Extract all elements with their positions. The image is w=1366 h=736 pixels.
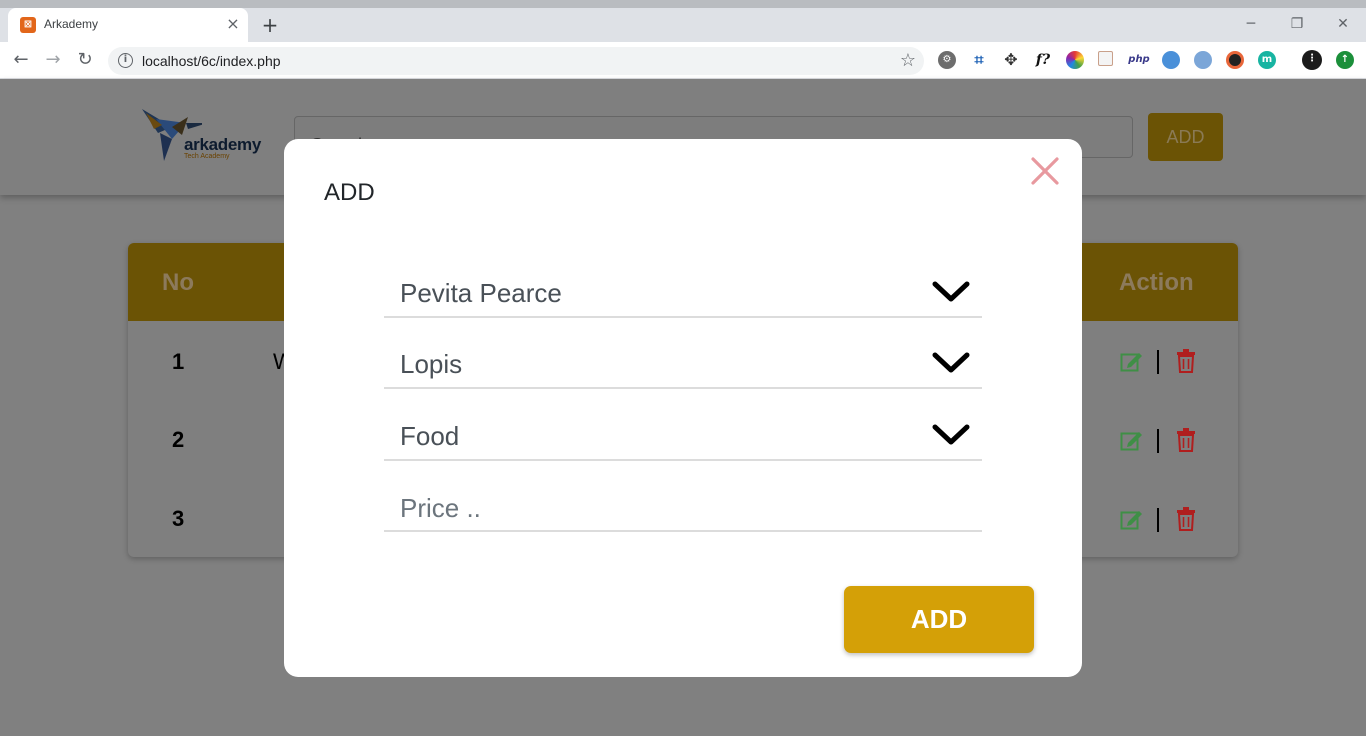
extension-globe-icon[interactable]: [1162, 51, 1180, 69]
logo-text: arkademy: [184, 135, 261, 154]
product-select-value: Lopis: [400, 349, 463, 379]
chevron-down-icon[interactable]: [932, 280, 970, 304]
extension-crop-icon[interactable]: ⌗: [970, 51, 988, 69]
back-arrow-icon[interactable]: ←: [8, 48, 34, 74]
category-select[interactable]: Food: [384, 413, 982, 461]
extension-font-icon[interactable]: f?: [1034, 51, 1052, 69]
submit-add-button[interactable]: ADD: [844, 586, 1034, 653]
tab-title: Arkademy: [44, 17, 99, 31]
extension-window-icon[interactable]: [1098, 51, 1113, 66]
add-modal: ADD Pevita Pearce Lopis Food ADD: [284, 139, 1082, 677]
price-input[interactable]: [400, 490, 960, 526]
action-separator: [1157, 429, 1159, 453]
extension-move-icon[interactable]: ✥: [1002, 51, 1020, 69]
address-bar[interactable]: i localhost/6c/index.php ☆: [108, 47, 924, 75]
reload-icon[interactable]: ↻: [72, 48, 98, 74]
extension-clock-icon[interactable]: [1194, 51, 1212, 69]
extension-m-icon[interactable]: m: [1258, 51, 1276, 69]
column-header-action: Action: [1119, 269, 1194, 296]
extension-dark-icon[interactable]: ⋮: [1302, 50, 1322, 70]
extension-record-icon[interactable]: [1226, 51, 1244, 69]
chevron-down-icon[interactable]: [932, 351, 970, 375]
browser-toolbar: ← → ↻ i localhost/6c/index.php ☆ ⚙ ⌗ ✥ f…: [0, 42, 1366, 79]
browser-tab[interactable]: ⊠ Arkademy ×: [8, 8, 248, 42]
logo-subtext: Tech Academy: [184, 153, 230, 160]
address-url[interactable]: localhost/6c/index.php: [142, 53, 281, 69]
arkademy-logo: arkademy Tech Academy: [142, 109, 272, 167]
window-close-button[interactable]: ✕: [1320, 12, 1366, 38]
column-header-no: No: [162, 269, 194, 296]
trash-icon[interactable]: [1176, 507, 1196, 531]
xampp-favicon-icon: ⊠: [20, 17, 36, 33]
bookmark-star-icon[interactable]: ☆: [900, 50, 916, 71]
extension-gear-icon[interactable]: ⚙: [938, 51, 956, 69]
modal-title: ADD: [324, 179, 375, 206]
edit-icon[interactable]: [1120, 429, 1144, 451]
new-tab-button[interactable]: +: [258, 15, 282, 37]
add-button[interactable]: ADD: [1148, 113, 1223, 161]
product-select[interactable]: Lopis: [384, 341, 982, 389]
chevron-down-icon[interactable]: [932, 423, 970, 447]
forward-arrow-icon[interactable]: →: [40, 48, 66, 74]
row-number: 3: [172, 506, 185, 531]
close-icon[interactable]: [1030, 156, 1060, 186]
category-select-value: Food: [400, 421, 460, 451]
trash-icon[interactable]: [1176, 349, 1196, 373]
extension-color-icon[interactable]: [1066, 51, 1084, 69]
trash-icon[interactable]: [1176, 428, 1196, 452]
price-field: [384, 484, 982, 532]
minimize-button[interactable]: ─: [1228, 12, 1274, 38]
restore-button[interactable]: ❐: [1274, 12, 1320, 38]
tab-close-icon[interactable]: ×: [224, 14, 242, 34]
cashier-select-value: Pevita Pearce: [400, 278, 562, 308]
action-separator: [1157, 508, 1159, 532]
edit-icon[interactable]: [1120, 350, 1144, 372]
info-icon[interactable]: i: [118, 53, 133, 68]
edit-icon[interactable]: [1120, 508, 1144, 530]
row-number: 2: [172, 427, 185, 452]
action-separator: [1157, 350, 1159, 374]
row-number: 1: [172, 349, 185, 374]
browser-titlebar: ⊠ Arkademy × + ─ ❐ ✕: [0, 0, 1366, 42]
extension-upload-icon[interactable]: ↑: [1336, 51, 1354, 69]
extension-php-icon[interactable]: php: [1128, 51, 1150, 69]
cashier-select[interactable]: Pevita Pearce: [384, 270, 982, 318]
